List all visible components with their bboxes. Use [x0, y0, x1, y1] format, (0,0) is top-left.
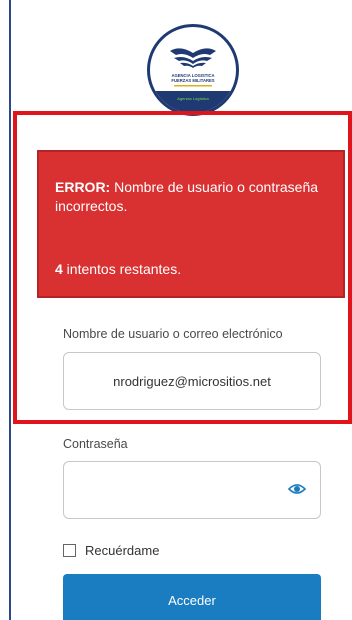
username-input[interactable]: nrodriguez@micrositios.net	[63, 352, 321, 410]
login-button[interactable]: Acceder	[63, 574, 321, 620]
remember-checkbox[interactable]	[63, 544, 76, 557]
password-input[interactable]	[63, 461, 321, 519]
password-label: Contraseña	[63, 437, 128, 451]
error-prefix: ERROR:	[55, 179, 111, 195]
error-alert: ERROR: Nombre de usuario o contraseña in…	[37, 150, 345, 298]
logo-band: Agencia Logística	[150, 91, 236, 113]
svg-text:Agencia Logística: Agencia Logística	[177, 96, 209, 101]
login-page: AGENCIA LOGISTICA FUERZAS MILITARES Agen…	[0, 0, 352, 620]
error-message: ERROR: Nombre de usuario o contraseña in…	[55, 178, 335, 216]
svg-text:FUERZAS MILITARES: FUERZAS MILITARES	[171, 78, 214, 83]
remember-me[interactable]: Recuérdame	[63, 543, 159, 558]
login-button-label: Acceder	[168, 592, 216, 608]
username-label: Nombre de usuario o correo electrónico	[63, 327, 283, 341]
attempts-text: intentos restantes.	[62, 261, 182, 277]
username-value: nrodriguez@micrositios.net	[113, 373, 271, 389]
organization-logo: AGENCIA LOGISTICA FUERZAS MILITARES Agen…	[147, 24, 239, 116]
eye-icon[interactable]	[288, 482, 306, 496]
left-divider	[9, 0, 11, 620]
attempts-count: 4	[55, 261, 63, 277]
attempts-remaining: 4 intentos restantes.	[55, 260, 181, 279]
remember-label: Recuérdame	[85, 543, 160, 558]
